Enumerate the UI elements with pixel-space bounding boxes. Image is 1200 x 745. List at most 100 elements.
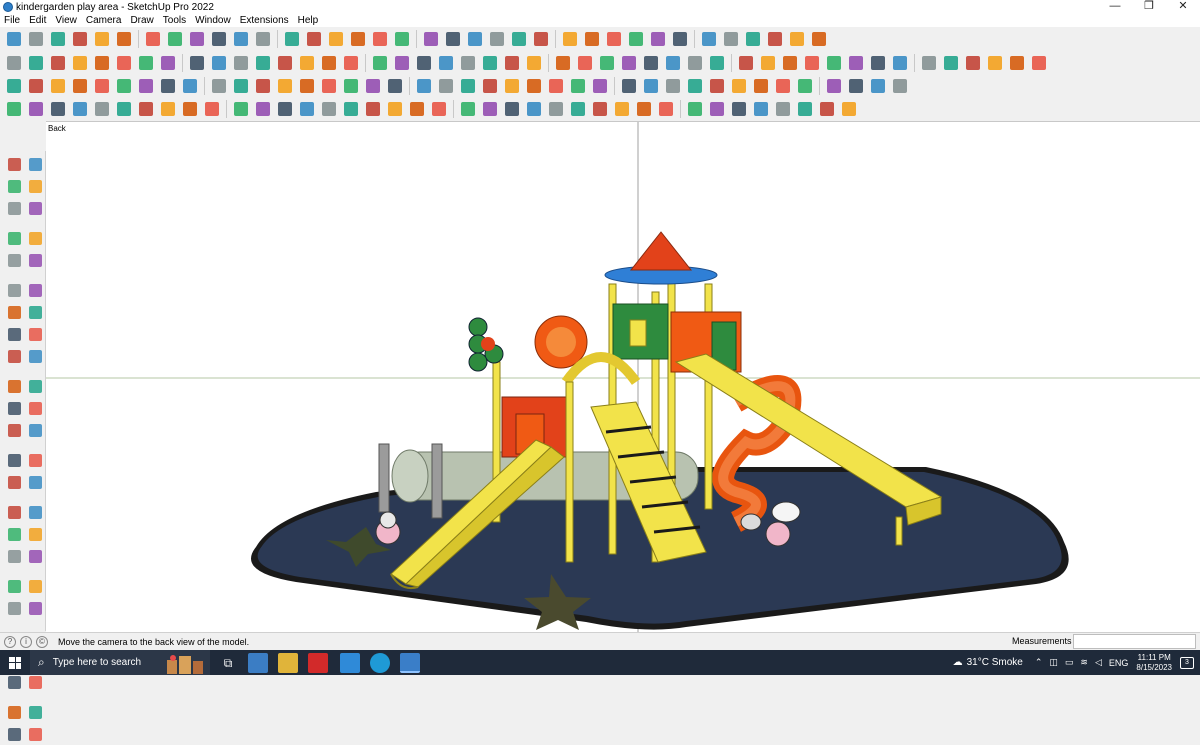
tool-button-icon[interactable] <box>135 75 156 96</box>
tool-button-icon[interactable] <box>706 98 727 119</box>
task-view-icon[interactable]: ⧉ <box>218 653 238 673</box>
tool-button-icon[interactable] <box>230 98 251 119</box>
tool-button-icon[interactable] <box>340 52 361 73</box>
tool-button-icon[interactable] <box>391 28 412 49</box>
tool-button-icon[interactable] <box>69 52 90 73</box>
tool-button-icon[interactable] <box>113 52 134 73</box>
left-tool-button-icon[interactable] <box>4 302 24 322</box>
tool-button-icon[interactable] <box>698 28 719 49</box>
tool-button-icon[interactable] <box>457 98 478 119</box>
tool-button-icon[interactable] <box>867 52 888 73</box>
tool-button-icon[interactable] <box>581 28 602 49</box>
photos-icon[interactable] <box>340 653 360 673</box>
tool-button-icon[interactable] <box>684 52 705 73</box>
tool-button-icon[interactable] <box>157 98 178 119</box>
weather-widget[interactable]: ☁ 31°C Smoke <box>953 657 1023 668</box>
tool-button-icon[interactable] <box>47 28 68 49</box>
tool-button-icon[interactable] <box>845 75 866 96</box>
tool-button-icon[interactable] <box>457 52 478 73</box>
tool-button-icon[interactable] <box>3 28 24 49</box>
tool-button-icon[interactable] <box>728 75 749 96</box>
tool-button-icon[interactable] <box>347 28 368 49</box>
left-tool-button-icon[interactable] <box>25 228 45 248</box>
tool-button-icon[interactable] <box>611 98 632 119</box>
tool-button-icon[interactable] <box>325 28 346 49</box>
left-tool-button-icon[interactable] <box>25 524 45 544</box>
tool-button-icon[interactable] <box>230 28 251 49</box>
tool-button-icon[interactable] <box>801 52 822 73</box>
camera-icon[interactable]: ◫ <box>1049 657 1058 668</box>
tool-button-icon[interactable] <box>479 52 500 73</box>
close-button[interactable]: ✕ <box>1166 0 1200 14</box>
tool-button-icon[interactable] <box>984 52 1005 73</box>
menu-camera[interactable]: Camera <box>86 15 122 26</box>
tool-button-icon[interactable] <box>113 28 134 49</box>
tool-button-icon[interactable] <box>742 28 763 49</box>
tool-button-icon[interactable] <box>589 75 610 96</box>
left-tool-button-icon[interactable] <box>4 524 24 544</box>
tool-button-icon[interactable] <box>135 52 156 73</box>
tool-button-icon[interactable] <box>406 98 427 119</box>
left-tool-button-icon[interactable] <box>4 420 24 440</box>
tool-button-icon[interactable] <box>362 75 383 96</box>
left-tool-button-icon[interactable] <box>4 450 24 470</box>
tool-button-icon[interactable] <box>47 75 68 96</box>
tool-button-icon[interactable] <box>230 52 251 73</box>
left-tool-button-icon[interactable] <box>25 324 45 344</box>
tool-button-icon[interactable] <box>208 75 229 96</box>
tool-button-icon[interactable] <box>340 98 361 119</box>
tool-button-icon[interactable] <box>838 98 859 119</box>
tool-button-icon[interactable] <box>47 52 68 73</box>
left-tool-button-icon[interactable] <box>25 724 45 744</box>
tool-button-icon[interactable] <box>157 75 178 96</box>
tool-button-icon[interactable] <box>3 75 24 96</box>
tool-button-icon[interactable] <box>618 75 639 96</box>
tool-button-icon[interactable] <box>867 75 888 96</box>
tool-button-icon[interactable] <box>435 52 456 73</box>
tool-button-icon[interactable] <box>69 28 90 49</box>
tool-button-icon[interactable] <box>684 75 705 96</box>
left-tool-button-icon[interactable] <box>4 598 24 618</box>
tool-button-icon[interactable] <box>274 75 295 96</box>
left-tool-button-icon[interactable] <box>25 198 45 218</box>
left-tool-button-icon[interactable] <box>4 724 24 744</box>
notification-icon[interactable]: 3 <box>1180 656 1194 669</box>
tool-button-icon[interactable] <box>779 52 800 73</box>
tool-button-icon[interactable] <box>91 75 112 96</box>
left-tool-button-icon[interactable] <box>25 672 45 692</box>
tool-button-icon[interactable] <box>442 28 463 49</box>
left-tool-button-icon[interactable] <box>4 280 24 300</box>
network-icon[interactable]: ▭ <box>1065 657 1074 668</box>
tool-button-icon[interactable] <box>25 98 46 119</box>
wifi-icon[interactable]: ≋ <box>1080 657 1088 668</box>
volume-icon[interactable]: ◁ <box>1095 657 1102 668</box>
tool-button-icon[interactable] <box>296 75 317 96</box>
left-tool-button-icon[interactable] <box>4 398 24 418</box>
tool-button-icon[interactable] <box>296 98 317 119</box>
tool-button-icon[interactable] <box>252 52 273 73</box>
tool-button-icon[interactable] <box>706 52 727 73</box>
tool-button-icon[interactable] <box>318 52 339 73</box>
tool-button-icon[interactable] <box>596 52 617 73</box>
tool-button-icon[interactable] <box>662 75 683 96</box>
tool-button-icon[interactable] <box>464 28 485 49</box>
left-tool-button-icon[interactable] <box>25 376 45 396</box>
menu-edit[interactable]: Edit <box>29 15 46 26</box>
tool-button-icon[interactable] <box>281 28 302 49</box>
left-tool-button-icon[interactable] <box>25 576 45 596</box>
tool-button-icon[interactable] <box>794 98 815 119</box>
left-tool-button-icon[interactable] <box>4 176 24 196</box>
tool-button-icon[interactable] <box>113 75 134 96</box>
tool-button-icon[interactable] <box>3 52 24 73</box>
tool-button-icon[interactable] <box>545 75 566 96</box>
tool-button-icon[interactable] <box>764 28 785 49</box>
left-tool-button-icon[interactable] <box>25 346 45 366</box>
tool-button-icon[interactable] <box>113 98 134 119</box>
calculator-icon[interactable] <box>248 653 268 673</box>
tool-button-icon[interactable] <box>142 28 163 49</box>
tool-button-icon[interactable] <box>201 98 222 119</box>
file-explorer-icon[interactable] <box>278 653 298 673</box>
sketchup-taskbar-icon[interactable] <box>400 653 420 673</box>
tool-button-icon[interactable] <box>479 75 500 96</box>
tool-button-icon[interactable] <box>274 52 295 73</box>
